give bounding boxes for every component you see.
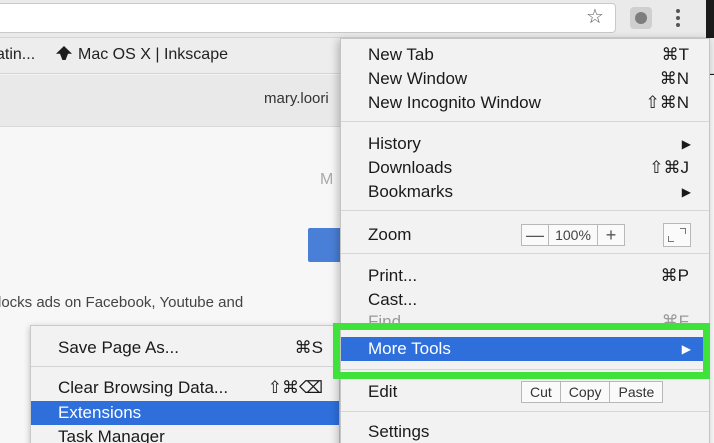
menu-item-label: New Incognito Window bbox=[368, 93, 541, 112]
menu-item-shortcut: ⌘T bbox=[661, 45, 689, 64]
menu-item-label: Bookmarks bbox=[368, 182, 454, 201]
zoom-control: — 100% + bbox=[521, 224, 625, 246]
menu-item-clear-browsing-data[interactable]: Clear Browsing Data... ⇧⌘⌫ bbox=[31, 376, 339, 400]
zoom-in-button[interactable]: + bbox=[598, 225, 624, 245]
fullscreen-icon[interactable] bbox=[663, 223, 691, 247]
bookmark-label: Mac OS X | Inkscape bbox=[78, 46, 228, 63]
menu-item-zoom: Zoom — 100% + bbox=[341, 223, 709, 247]
menu-item-shortcut: ⇧⌘J bbox=[649, 158, 689, 177]
menu-item-shortcut: ⇧⌘N bbox=[645, 93, 689, 112]
paste-button[interactable]: Paste bbox=[609, 382, 662, 402]
menu-item-edit: Edit Cut Copy Paste bbox=[341, 380, 709, 404]
menu-item-history[interactable]: History ▶ bbox=[341, 132, 709, 156]
menu-item-new-incognito-window[interactable]: New Incognito Window ⇧⌘N bbox=[341, 91, 709, 115]
submenu-arrow-icon: ▶ bbox=[681, 185, 691, 199]
menu-item-label: Print... bbox=[368, 266, 418, 285]
menu-item-label: Cast... bbox=[368, 290, 418, 309]
menu-item-label: Save Page As... bbox=[58, 338, 179, 357]
menu-item-label: Clear Browsing Data... bbox=[58, 378, 229, 397]
menu-item-label: Task Manager bbox=[58, 427, 165, 443]
menu-separator bbox=[341, 121, 709, 122]
account-bar: mary.loori bbox=[0, 75, 350, 127]
menu-separator bbox=[341, 210, 709, 211]
menu-item-label: Edit bbox=[368, 382, 398, 401]
chrome-main-menu: New Tab ⌘T New Window ⌘N New Incognito W… bbox=[340, 38, 710, 443]
copy-button[interactable]: Copy bbox=[559, 382, 610, 402]
menu-item-downloads[interactable]: Downloads ⇧⌘J bbox=[341, 156, 709, 180]
menu-item-cast[interactable]: Cast... bbox=[341, 288, 709, 312]
zoom-level: 100% bbox=[548, 225, 598, 245]
menu-item-shortcut: ⌘N bbox=[659, 69, 689, 88]
edit-buttons: Cut Copy Paste bbox=[521, 381, 664, 403]
menu-item-label: Zoom bbox=[368, 225, 412, 244]
menu-item-label: New Tab bbox=[368, 45, 434, 64]
menu-separator bbox=[341, 253, 709, 254]
extension-icon[interactable] bbox=[630, 7, 652, 29]
menu-item-shortcut: ⌘P bbox=[660, 266, 689, 285]
page-letter: M bbox=[320, 171, 334, 188]
zoom-out-button[interactable]: — bbox=[522, 225, 548, 245]
bookmark-item-inkscape[interactable]: Mac OS X | Inkscape bbox=[56, 46, 228, 64]
more-tools-submenu: Save Page As... ⌘S Clear Browsing Data..… bbox=[30, 325, 340, 443]
ad-description: locks ads on Facebook, Youtube and bbox=[0, 294, 244, 311]
menu-item-task-manager[interactable]: Task Manager bbox=[31, 425, 339, 443]
account-email: mary.loori bbox=[264, 90, 329, 107]
menu-item-new-tab[interactable]: New Tab ⌘T bbox=[341, 43, 709, 67]
menu-item-label: Settings bbox=[368, 422, 430, 441]
menu-item-extensions[interactable]: Extensions bbox=[31, 401, 339, 425]
browser-toolbar: ☆ bbox=[0, 0, 714, 38]
menu-item-label: Extensions bbox=[58, 403, 142, 422]
address-bar[interactable] bbox=[0, 3, 616, 33]
star-icon[interactable]: ☆ bbox=[584, 6, 606, 28]
menu-separator bbox=[31, 366, 339, 367]
highlight-outline bbox=[333, 323, 710, 379]
menu-item-save-page[interactable]: Save Page As... ⌘S bbox=[31, 336, 339, 360]
menu-item-new-window[interactable]: New Window ⌘N bbox=[341, 67, 709, 91]
menu-item-bookmarks[interactable]: Bookmarks ▶ bbox=[341, 180, 709, 204]
menu-item-label: History bbox=[368, 134, 421, 153]
menu-item-label: Downloads bbox=[368, 158, 453, 177]
inkscape-icon bbox=[56, 46, 72, 60]
menu-item-shortcut: ⇧⌘⌫ bbox=[267, 378, 323, 397]
cut-button[interactable]: Cut bbox=[522, 382, 560, 402]
menu-item-label: New Window bbox=[368, 69, 468, 88]
submenu-arrow-icon: ▶ bbox=[681, 137, 691, 151]
menu-item-settings[interactable]: Settings bbox=[341, 420, 709, 443]
kebab-menu-icon[interactable] bbox=[668, 5, 688, 31]
menu-separator bbox=[341, 411, 709, 412]
menu-item-print[interactable]: Print... ⌘P bbox=[341, 264, 709, 288]
bookmark-item[interactable]: atin... bbox=[0, 46, 35, 64]
menu-item-shortcut: ⌘S bbox=[294, 338, 323, 357]
